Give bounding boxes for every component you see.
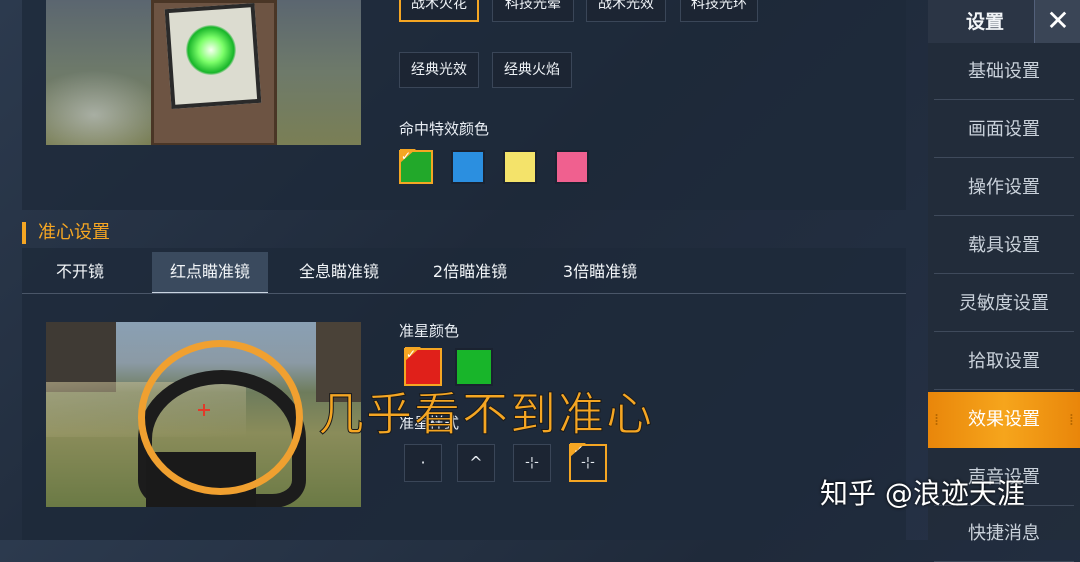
tab-no-scope[interactable]: 不开镜 — [44, 252, 116, 292]
watermark: 知乎 @浪迹天涯 — [820, 477, 1025, 510]
reticle-style-chevron-button[interactable]: ^ — [457, 444, 495, 482]
annotation-text: 几乎看不到准心 — [318, 387, 654, 442]
hit-color-yellow-swatch[interactable] — [503, 150, 537, 184]
effect-classic-flame-button[interactable]: 经典火焰 — [492, 52, 572, 88]
reticle-color-red-swatch[interactable]: ✓ — [404, 347, 442, 386]
hit-color-pink-swatch[interactable] — [555, 150, 589, 184]
reticle-style-cross-open-button[interactable]: ✓ -¦- — [569, 443, 607, 482]
tab-3x-scope[interactable]: 3倍瞄准镜 — [548, 252, 652, 292]
hit-effect-preview-image — [46, 0, 361, 145]
hit-color-blue-swatch[interactable] — [451, 150, 485, 184]
effect-tactical-spark-button[interactable]: 战术火花 — [399, 0, 479, 22]
hit-color-label: 命中特效颜色 — [399, 120, 490, 138]
sidebar-item-sensitivity[interactable]: 灵敏度设置 — [934, 276, 1074, 332]
check-icon: ✓ — [400, 149, 416, 163]
fog-decoration — [46, 70, 166, 145]
sidebar-item-pickup[interactable]: 拾取设置 — [934, 334, 1074, 390]
reticle-style-dot-button[interactable]: · — [404, 444, 442, 482]
reticle-style-cross-open-glyph: -¦- — [581, 455, 595, 470]
check-icon: ✓ — [405, 347, 421, 361]
tab-holographic[interactable]: 全息瞄准镜 — [284, 252, 394, 292]
sidebar-item-basic[interactable]: 基础设置 — [934, 44, 1074, 100]
close-icon: ✕ — [1046, 4, 1070, 37]
hit-color-green-swatch[interactable]: ✓ — [399, 149, 433, 184]
settings-title: 设置 — [965, 11, 1004, 33]
tab-2x-scope[interactable]: 2倍瞄准镜 — [418, 252, 522, 292]
reticle-style-cross-button[interactable]: -¦- — [513, 444, 551, 482]
green-spark-effect — [186, 25, 236, 75]
sidebar-item-controls[interactable]: 操作设置 — [934, 160, 1074, 216]
tab-red-dot[interactable]: 红点瞄准镜 — [152, 252, 268, 294]
effect-tactical-light-button[interactable]: 战术光效 — [586, 0, 666, 22]
sidebar-item-quick-message[interactable]: 快捷消息 — [934, 506, 1074, 562]
sidebar-item-effects[interactable]: 效果设置 — [928, 392, 1080, 448]
reticle-color-green-swatch[interactable] — [455, 348, 493, 386]
sidebar-item-vehicles[interactable]: 载具设置 — [934, 218, 1074, 274]
reticle-preview-image — [46, 322, 361, 507]
close-button[interactable]: ✕ — [1034, 0, 1080, 43]
annotation-circle — [138, 340, 303, 495]
sidebar-item-graphics[interactable]: 画面设置 — [934, 102, 1074, 158]
tabs-divider — [22, 293, 906, 294]
reticle-color-label: 准星颜色 — [399, 322, 460, 340]
effect-tech-ring-button[interactable]: 科技光环 — [680, 0, 758, 22]
effect-tech-glow-button[interactable]: 科技光晕 — [492, 0, 574, 22]
effect-classic-light-button[interactable]: 经典光效 — [399, 52, 479, 88]
reticle-section-title: 准心设置 — [22, 222, 110, 244]
